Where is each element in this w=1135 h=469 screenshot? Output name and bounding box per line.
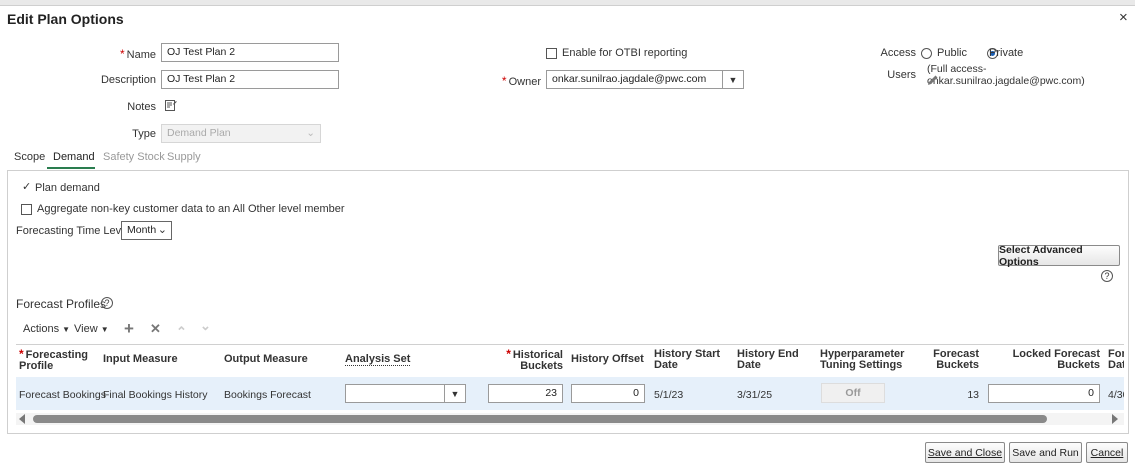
delete-icon[interactable]: ✕ <box>150 321 161 337</box>
notes-label: Notes <box>127 101 156 113</box>
col-forecasting-profile-text: Forecasting Profile <box>19 349 89 372</box>
aggregate-checkbox[interactable] <box>21 204 32 215</box>
cancel-button[interactable]: Cancel <box>1086 442 1128 463</box>
description-input[interactable]: OJ Test Plan 2 <box>161 70 339 89</box>
plan-demand-label: Plan demand <box>35 182 100 194</box>
type-select: Demand Plan ⌄ <box>161 124 321 143</box>
required-marker: * <box>506 347 511 361</box>
analysis-set-dropdown-button[interactable]: ▼ <box>444 384 466 403</box>
type-label: Type <box>132 128 156 140</box>
select-advanced-options-button[interactable]: Select Advanced Options <box>998 244 1120 268</box>
actions-label: Actions <box>23 323 60 335</box>
required-marker: * <box>19 347 24 361</box>
col-analysis-set[interactable]: Analysis Set <box>345 354 411 366</box>
analysis-set-input[interactable] <box>345 384 445 403</box>
cell-forecast-date: 4/30 <box>1108 389 1124 401</box>
pencil-icon[interactable] <box>927 74 939 86</box>
col-input-measure[interactable]: Input Measure <box>103 354 178 365</box>
otbi-label: Enable for OTBI reporting <box>562 47 688 59</box>
col-forecasting-profile[interactable]: * Forecasting Profile <box>19 347 99 372</box>
move-up-icon[interactable]: ⌃ <box>176 324 187 340</box>
save-and-run-label: Save and Run <box>1012 446 1079 459</box>
view-label: View <box>74 323 98 335</box>
save-and-run-button[interactable]: Save and Run <box>1009 442 1082 463</box>
col-hyperparameter-tuning[interactable]: Hyperparameter Tuning Settings <box>820 349 920 371</box>
time-level-value: Month <box>127 224 157 236</box>
notes-icon[interactable] <box>165 99 177 111</box>
col-historical-buckets[interactable]: * Historical Buckets <box>488 347 563 372</box>
scroll-right-icon[interactable] <box>1112 414 1118 424</box>
cell-history-end-date: 3/31/25 <box>737 389 773 401</box>
help-icon[interactable]: ? <box>1101 270 1113 282</box>
owner-input[interactable]: onkar.sunilrao.jagdale@pwc.com <box>546 70 723 89</box>
view-menu[interactable]: View ▼ <box>74 323 109 335</box>
dialog-title: Edit Plan Options <box>7 11 124 27</box>
plan-demand-check-icon[interactable]: ✓ <box>22 180 31 193</box>
access-label: Access <box>880 47 916 59</box>
cell-history-start-date: 5/1/23 <box>654 389 684 401</box>
help-icon[interactable]: ? <box>101 297 113 309</box>
users-label: Users <box>887 69 916 81</box>
col-output-measure[interactable]: Output Measure <box>224 354 308 365</box>
col-forecast-date-clip: Forecast Date <box>1108 344 1124 374</box>
required-marker: * <box>119 47 125 61</box>
add-icon[interactable]: + <box>124 319 134 339</box>
scroll-left-icon[interactable] <box>19 414 25 424</box>
tab-safety-stock[interactable]: Safety Stock <box>103 151 165 163</box>
tab-demand[interactable]: Demand <box>53 151 95 163</box>
col-history-start-date[interactable]: History Start Date <box>654 349 724 371</box>
cell-forecast-date-clip: 4/30 <box>1108 383 1124 403</box>
type-value: Demand Plan <box>167 127 231 139</box>
users-value: (Full access-onkar.sunilrao.jagdale@pwc.… <box>927 63 1085 87</box>
cell-input-measure: Final Bookings History <box>103 389 208 401</box>
history-offset-input[interactable]: 0 <box>571 384 645 403</box>
owner-dropdown-button[interactable]: ▼ <box>722 70 744 89</box>
tab-supply[interactable]: Supply <box>167 151 201 163</box>
hyperparameter-off-button[interactable]: Off <box>821 383 885 403</box>
time-level-label: Forecasting Time Level <box>16 225 130 237</box>
col-historical-buckets-text: Historical Buckets <box>512 349 563 372</box>
required-marker: * <box>501 74 507 88</box>
actions-menu[interactable]: Actions ▼ <box>23 323 70 335</box>
col-forecast-date[interactable]: Forecast Date <box>1108 349 1124 371</box>
forecast-profiles-title: Forecast Profiles <box>16 297 107 311</box>
triangle-down-icon: ▼ <box>100 325 109 334</box>
close-icon[interactable]: × <box>1119 9 1128 26</box>
name-input[interactable]: OJ Test Plan 2 <box>161 43 339 62</box>
access-public-radio[interactable] <box>921 48 932 59</box>
col-locked-forecast-buckets[interactable]: Locked Forecast Buckets <box>1000 349 1100 371</box>
description-label: Description <box>100 74 156 86</box>
cell-forecasting-profile: Forecast Bookings <box>19 389 106 401</box>
aggregate-label: Aggregate non-key customer data to an Al… <box>37 203 345 215</box>
tab-active-indicator <box>47 167 95 169</box>
time-level-select[interactable]: Month ⌄ <box>121 221 172 240</box>
access-private-label: Private <box>989 47 1024 59</box>
top-strip <box>0 0 1135 6</box>
save-and-close-label: Save and Close <box>927 446 1003 459</box>
otbi-checkbox[interactable] <box>546 48 557 59</box>
chevron-down-icon: ⌄ <box>306 127 315 139</box>
triangle-down-icon: ▼ <box>450 388 460 399</box>
historical-buckets-input[interactable]: 23 <box>488 384 563 403</box>
col-history-offset[interactable]: History Offset <box>571 354 644 365</box>
owner-label: * Owner <box>480 74 541 88</box>
access-public-label: Public <box>937 47 967 59</box>
owner-label-text: Owner <box>508 76 541 88</box>
cell-output-measure: Bookings Forecast <box>224 389 311 401</box>
triangle-down-icon: ▼ <box>728 74 738 85</box>
move-down-icon[interactable]: ⌄ <box>200 318 211 334</box>
col-forecast-buckets[interactable]: Forecast Buckets <box>919 349 979 371</box>
name-label: * Name <box>60 47 156 61</box>
tab-scope[interactable]: Scope <box>14 151 45 163</box>
triangle-down-icon: ▼ <box>62 325 71 334</box>
chevron-down-icon: ⌄ <box>157 224 167 236</box>
cancel-label: Cancel <box>1090 446 1124 459</box>
save-and-close-button[interactable]: Save and Close <box>925 442 1005 463</box>
locked-forecast-buckets-input[interactable]: 0 <box>988 384 1100 403</box>
scroll-thumb[interactable] <box>33 415 1047 423</box>
name-label-text: Name <box>126 49 156 61</box>
table-top-rule <box>16 344 1124 345</box>
col-history-end-date[interactable]: History End Date <box>737 349 807 371</box>
cell-forecast-buckets: 13 <box>967 389 979 401</box>
